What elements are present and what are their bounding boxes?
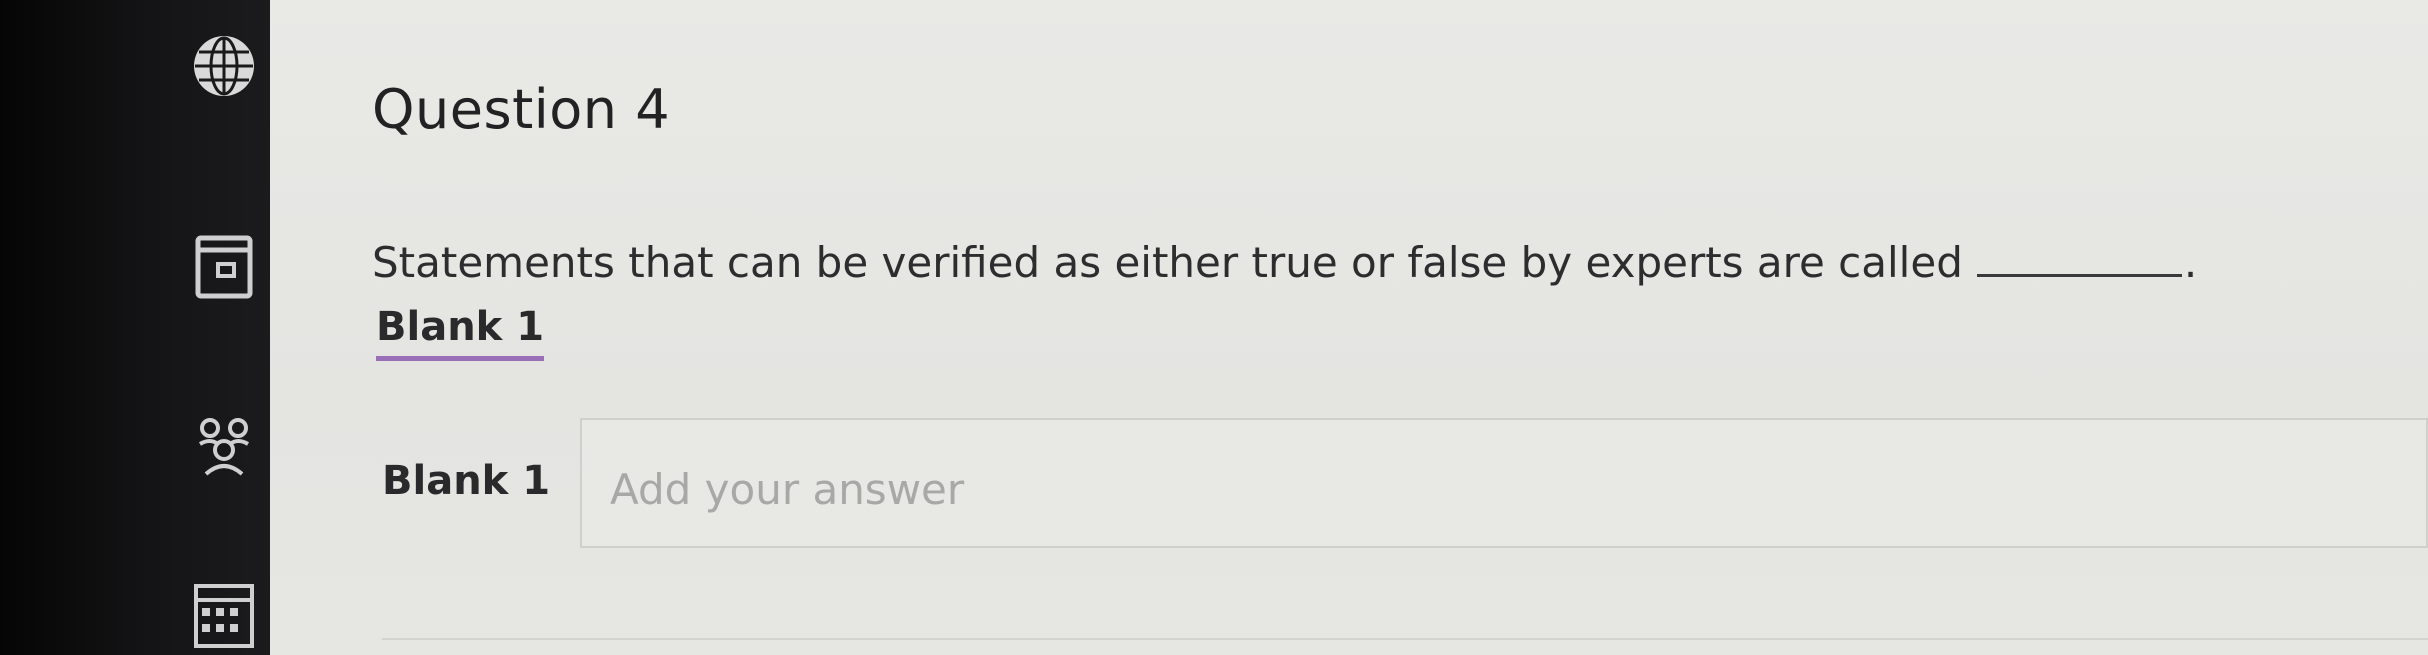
question-page: Question 4 Statements that can be verifi… <box>270 0 2428 655</box>
question-prompt-text: Statements that can be verified as eithe… <box>372 238 1963 287</box>
question-title: Question 4 <box>372 78 671 141</box>
blank-placeholder-line <box>1976 244 2182 277</box>
people-icon[interactable] <box>188 410 260 482</box>
blank-1-link[interactable]: Blank 1 <box>376 304 545 361</box>
section-divider <box>382 638 2428 640</box>
question-prompt: Statements that can be verified as eithe… <box>372 238 2197 287</box>
grid-icon[interactable] <box>188 580 260 652</box>
answer-label: Blank 1 <box>382 458 551 504</box>
answer-box[interactable] <box>580 418 2428 548</box>
question-prompt-period: . <box>2183 238 2198 287</box>
calendar-icon[interactable] <box>188 230 260 302</box>
answer-input[interactable] <box>608 464 2312 515</box>
globe-icon[interactable] <box>188 30 260 102</box>
